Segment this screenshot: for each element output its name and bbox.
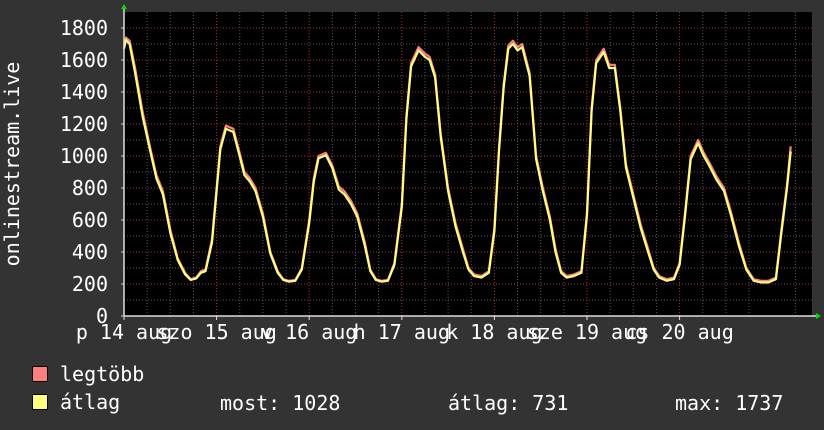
x-tick-label: cs 20 aug (625, 320, 733, 344)
y-tick-label: 1000 (60, 144, 108, 168)
y-tick-label: 200 (72, 272, 108, 296)
chart-area: 0 200 400 600 800 1000 1200 1400 1600 1800 p 14 au… (0, 0, 824, 430)
stat-max: max: 1737 (675, 391, 784, 415)
x-tick-label: szo 15 aug (156, 320, 276, 344)
x-tick-label: v 16 aug (261, 320, 357, 344)
y-axis-title: onlinestream.live (0, 62, 24, 267)
y-tick-label: 800 (72, 176, 108, 200)
stat-now: most: 1028 (220, 391, 341, 415)
y-tick-label: 400 (72, 240, 108, 264)
legend-item-max: legtöbb (32, 362, 145, 386)
legend-label-avg: átlag (60, 390, 121, 414)
stat-avg: átlag: 731 (448, 391, 569, 415)
legend-label-max: legtöbb (60, 362, 145, 386)
legend-swatch-avg (32, 394, 48, 410)
y-tick-label: 600 (72, 208, 108, 232)
x-axis-arrow (816, 313, 821, 319)
y-tick-label: 1400 (60, 80, 108, 104)
x-tick-label: h 17 aug (354, 320, 450, 344)
legend-swatch-max (32, 366, 48, 382)
y-tick-label: 1600 (60, 48, 108, 72)
legend-item-avg: átlag (32, 390, 121, 414)
y-axis-arrow (121, 4, 127, 9)
y-tick-label: 1800 (60, 16, 108, 40)
y-tick-label: 1200 (60, 112, 108, 136)
